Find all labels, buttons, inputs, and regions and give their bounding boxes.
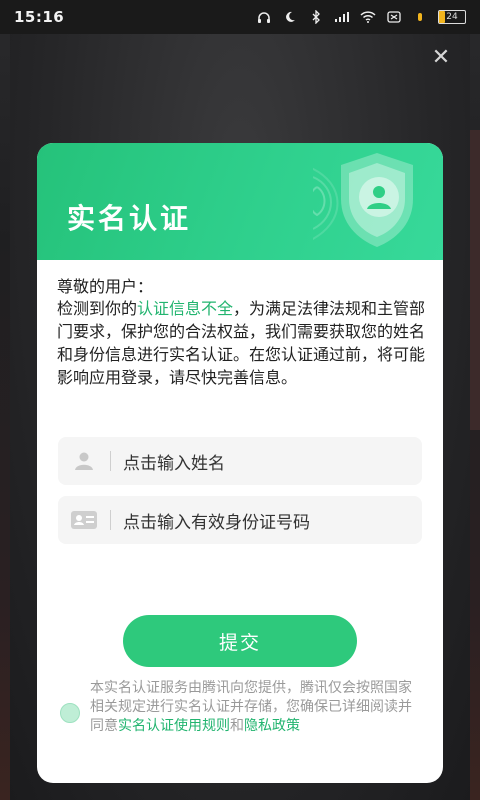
message-highlight: 认证信息不全 [137,299,234,318]
status-bar: 15:16 24 [0,0,480,34]
battery-icon: 24 [438,10,466,24]
moon-icon [282,10,298,24]
submit-button[interactable]: 提交 [123,615,357,667]
background-edge [470,130,480,430]
wifi-icon [360,10,376,24]
name-input-placeholder: 点击输入姓名 [123,453,225,474]
input-divider [110,451,111,471]
status-time: 15:16 [14,8,65,26]
signal-icon [334,10,350,24]
battery-level: 24 [446,12,458,22]
user-icon [58,451,110,471]
agreement-checkbox[interactable] [60,703,80,723]
input-divider [110,510,111,530]
id-input-placeholder: 点击输入有效身份证号码 [123,512,310,533]
greeting-text: 尊敬的用户： [57,277,154,296]
screen-record-icon [386,10,402,24]
shield-user-icon [313,153,413,247]
privacy-policy-link[interactable]: 隐私政策 [244,718,300,734]
status-icons: 24 [256,10,466,24]
id-card-icon [58,511,110,529]
name-input[interactable]: 点击输入姓名 [58,437,422,485]
dialog-title: 实名认证 [67,202,192,235]
bluetooth-icon [308,10,324,24]
auth-message: 检测到你的认证信息不全，为满足法律法规和主管部门要求，保护您的合法权益，我们需要… [57,297,427,389]
dialog-header: 实名认证 [37,143,443,260]
notification-dot-icon [412,10,428,24]
agreement-and: 和 [230,718,244,734]
battery-fill [439,11,446,23]
id-number-input[interactable]: 点击输入有效身份证号码 [58,496,422,544]
close-button[interactable]: ✕ [429,46,453,70]
agreement-text: 本实名认证服务由腾讯向您提供，腾讯仅会按照国家相关规定进行实名认证并存储，您确保… [90,679,415,736]
message-prefix: 检测到你的 [57,299,138,318]
headphones-icon [256,10,272,24]
usage-rules-link[interactable]: 实名认证使用规则 [118,718,230,734]
real-name-auth-dialog: 实名认证 尊敬的用户： 检测到你的认证信息不全，为满足法律法规和主管部门要求，保… [37,143,443,783]
